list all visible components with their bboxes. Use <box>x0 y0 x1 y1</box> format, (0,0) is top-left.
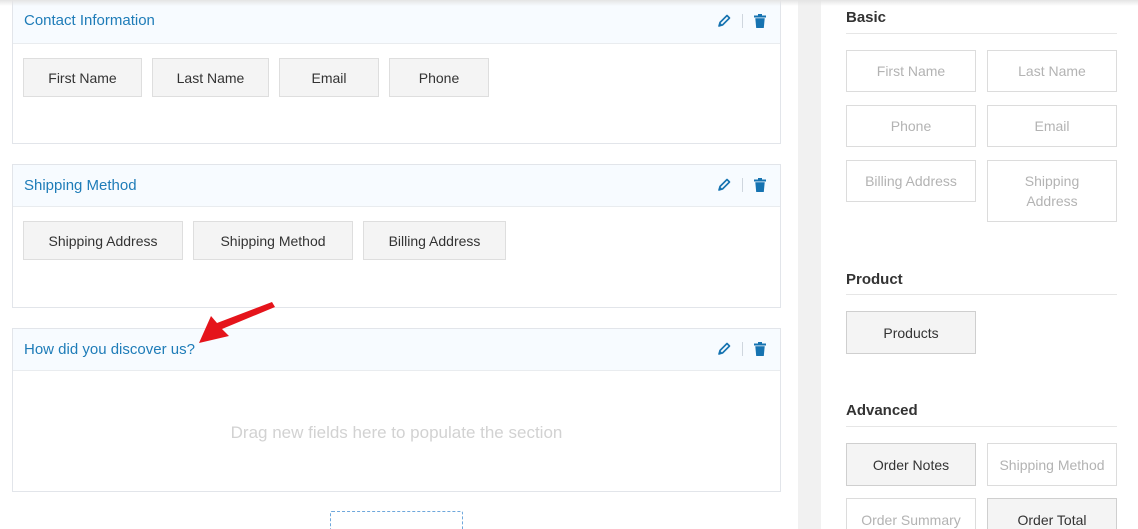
section-header: Shipping Method <box>13 165 780 207</box>
sidebar-field-first-name[interactable]: First Name <box>846 50 976 92</box>
section-title: How did you discover us? <box>24 341 195 358</box>
section-how-did-you-discover-us: How did you discover us? Drag new fields… <box>12 328 781 492</box>
field-first-name[interactable]: First Name <box>23 58 142 97</box>
section-title: Contact Information <box>24 12 155 29</box>
form-builder-canvas: Contact Information First Name Last Name… <box>0 0 798 529</box>
field-shipping-address[interactable]: Shipping Address <box>23 221 183 260</box>
sidebar-field-order-notes[interactable]: Order Notes <box>846 443 976 486</box>
section-actions <box>716 177 768 193</box>
annotation-arrow-icon <box>199 302 275 343</box>
sidebar-field-billing-address[interactable]: Billing Address <box>846 160 976 202</box>
section-contact-information: Contact Information First Name Last Name… <box>12 0 781 144</box>
pencil-icon[interactable] <box>716 177 732 193</box>
section-title: Shipping Method <box>24 177 137 194</box>
field-row: First Name Last Name Email Phone <box>23 58 499 97</box>
action-separator <box>742 14 743 28</box>
group-divider <box>846 426 1117 427</box>
group-title-basic: Basic <box>846 9 887 26</box>
field-email[interactable]: Email <box>279 58 379 97</box>
group-title-product: Product <box>846 271 903 288</box>
section-actions <box>716 13 768 29</box>
action-separator <box>742 178 743 192</box>
field-phone[interactable]: Phone <box>389 58 489 97</box>
sidebar-field-email[interactable]: Email <box>987 105 1117 147</box>
pencil-icon[interactable] <box>716 341 732 357</box>
field-row: Shipping Address Shipping Method Billing… <box>23 221 516 260</box>
group-divider <box>846 33 1117 34</box>
add-section-dropzone[interactable] <box>330 511 463 529</box>
section-shipping-method: Shipping Method Shipping Address Shippin… <box>12 164 781 308</box>
sidebar-field-products[interactable]: Products <box>846 311 976 354</box>
sidebar-field-order-total[interactable]: Order Total <box>987 498 1117 529</box>
trash-icon[interactable] <box>752 177 768 193</box>
section-actions <box>716 341 768 357</box>
pencil-icon[interactable] <box>716 13 732 29</box>
trash-icon[interactable] <box>752 13 768 29</box>
group-divider <box>846 294 1117 295</box>
sidebar-field-shipping-method[interactable]: Shipping Method <box>987 443 1117 486</box>
sidebar-field-last-name[interactable]: Last Name <box>987 50 1117 92</box>
group-title-advanced: Advanced <box>846 402 918 419</box>
section-header: Contact Information <box>13 0 780 44</box>
field-shipping-method[interactable]: Shipping Method <box>193 221 353 260</box>
trash-icon[interactable] <box>752 341 768 357</box>
sidebar-field-order-summary[interactable]: Order Summary <box>846 498 976 529</box>
sidebar-field-shipping-address[interactable]: Shipping Address <box>987 160 1117 222</box>
sidebar-field-phone[interactable]: Phone <box>846 105 976 147</box>
top-shadow <box>0 0 1138 6</box>
section-header: How did you discover us? <box>13 329 780 371</box>
field-billing-address[interactable]: Billing Address <box>363 221 506 260</box>
field-last-name[interactable]: Last Name <box>152 58 269 97</box>
panel-divider <box>798 0 821 529</box>
fields-sidebar: Basic First Name Last Name Phone Email B… <box>821 0 1138 529</box>
drop-placeholder-text: Drag new fields here to populate the sec… <box>230 423 563 442</box>
action-separator <box>742 342 743 356</box>
